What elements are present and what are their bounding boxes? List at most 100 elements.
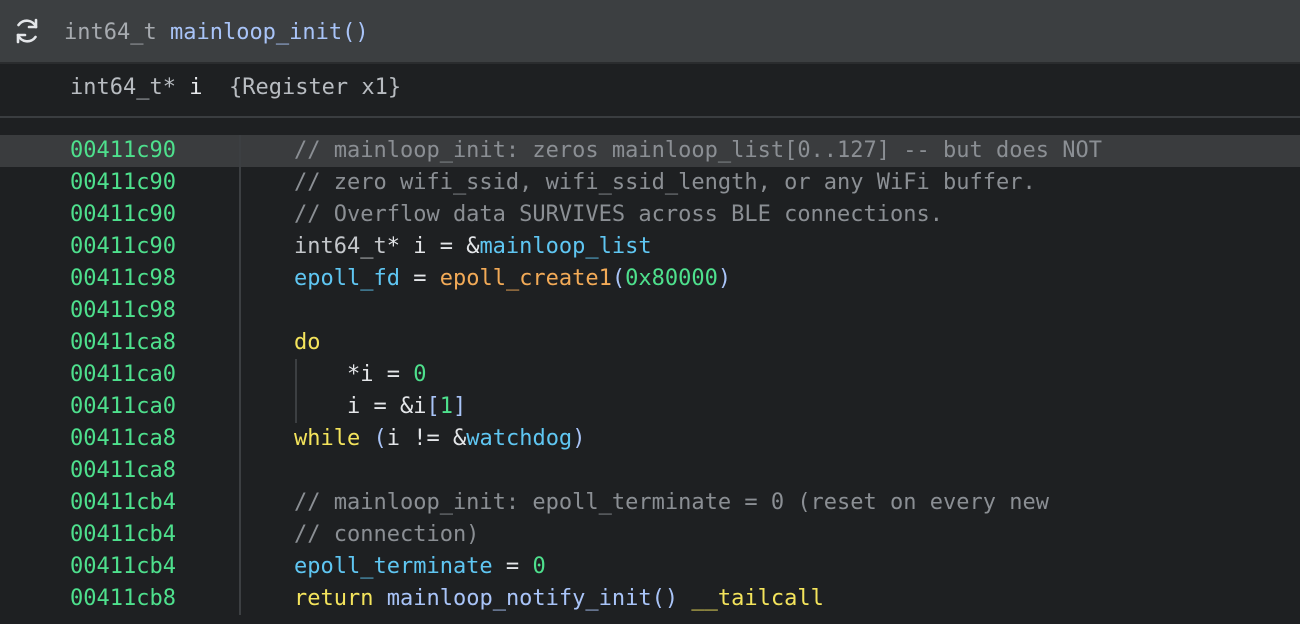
line-source: // connection) [294,519,479,551]
variable-name[interactable]: i [189,75,202,100]
token-callee[interactable]: () [652,586,692,611]
token-kw: while [294,426,361,451]
token-paren: ] [452,394,467,419]
line-address[interactable]: 00411cb8 [70,583,176,615]
token-comment: // mainloop_init: zeros mainloop_list[0.… [294,138,1102,163]
line-address[interactable]: 00411cb4 [70,519,176,551]
token-comment: // connection) [294,522,480,547]
line-address[interactable]: 00411cb4 [70,487,176,519]
function-name[interactable]: mainloop_init() [170,20,369,45]
token-comment: // mainloop_init: epoll_terminate = 0 (r… [294,490,1049,515]
token-kw: return [294,586,374,611]
code-line[interactable]: 00411ca0 i = &i[1] [0,391,1300,423]
line-source: // zero wifi_ssid, wifi_ssid_length, or … [294,167,1036,199]
code-line[interactable]: 00411c98 epoll_fd = epoll_create1(0x80000… [0,263,1300,295]
code-listing: 00411c90 // mainloop_init: zeros mainloop… [0,135,1300,615]
refresh-icon[interactable] [12,16,42,46]
line-source: *i = 0 [294,359,427,391]
token-comment: // Overflow data SURVIVES across BLE con… [294,202,944,227]
token-global[interactable]: mainloop_list [479,234,651,259]
token-paren: [ [426,394,440,419]
code-line[interactable]: 00411c90 // Overflow data SURVIVES across… [0,199,1300,231]
code-line[interactable]: 00411cb4 // connection) [0,519,1300,551]
token-tail: __tailcall [691,586,824,611]
code-line[interactable]: 00411cb4 // mainloop_init: epoll_terminat… [0,487,1300,519]
token-paren: ) [717,266,732,291]
line-address[interactable]: 00411c90 [70,199,176,231]
gutter-line [239,263,241,295]
code-line[interactable]: 00411c90 int64_t* i = &mainloop_list [0,231,1300,263]
token-type: int64_t [294,234,387,259]
token-global[interactable]: watchdog [466,426,572,451]
token-plain: = [399,266,440,291]
line-source: while (i != &watchdog) [294,423,585,455]
code-line[interactable]: 00411ca0 *i = 0 [0,359,1300,391]
gutter-line [239,359,241,391]
divider [0,116,1300,118]
gutter-line [239,487,241,519]
gutter-line [239,519,241,551]
line-source: epoll_fd = epoll_create1(0x80000) [294,263,731,295]
line-source: epoll_terminate = 0 [294,551,546,583]
line-address[interactable]: 00411cb4 [70,551,176,583]
token-plain: i != & [386,426,467,451]
line-address[interactable]: 00411c98 [70,263,176,295]
line-address[interactable]: 00411ca0 [70,359,176,391]
line-address[interactable]: 00411c90 [70,167,176,199]
line-address[interactable]: 00411ca8 [70,455,176,487]
token-num: 0 [413,362,427,387]
code-line[interactable]: 00411ca8 do [0,327,1300,359]
line-source: i = &i[1] [294,391,466,423]
code-line[interactable]: 00411c90 // mainloop_init: zeros mainloop… [0,135,1300,167]
gutter-line [239,455,241,487]
token-comment: // zero wifi_ssid, wifi_ssid_length, or … [294,170,1036,195]
line-source: // Overflow data SURVIVES across BLE con… [294,199,943,231]
token-func[interactable]: epoll_create1 [440,266,612,291]
function-signature: int64_t mainloop_init() [64,0,369,64]
return-type: int64_t [64,20,157,45]
line-address[interactable]: 00411c98 [70,295,176,327]
code-line[interactable]: 00411c90 // zero wifi_ssid, wifi_ssid_len… [0,167,1300,199]
line-address[interactable]: 00411ca0 [70,391,176,423]
gutter-line [239,199,241,231]
token-paren: ( [611,266,626,291]
gutter-line [239,295,241,327]
gutter-line [239,391,241,423]
token-global[interactable]: epoll_terminate [294,554,493,579]
gutter-line [239,167,241,199]
gutter-line [239,135,241,167]
token-plain: *i = [294,362,414,387]
token-num: 0x80000 [625,266,718,291]
code-line[interactable]: 00411cb8 return mainloop_notify_init() __… [0,583,1300,615]
code-line[interactable]: 00411c98 [0,295,1300,327]
line-source: // mainloop_init: epoll_terminate = 0 (r… [294,487,1049,519]
variable-type: int64_t* [70,75,176,100]
code-line[interactable]: 00411cb4 epoll_terminate = 0 [0,551,1300,583]
line-address[interactable]: 00411ca8 [70,423,176,455]
token-global[interactable]: epoll_fd [294,266,400,291]
token-num: 1 [439,394,453,419]
token-paren: ( [373,426,387,451]
variable-storage: {Register x1} [228,75,402,100]
token-callee[interactable]: mainloop_notify_init [387,586,652,611]
function-header: int64_t mainloop_init() [0,0,1300,64]
code-line[interactable]: 00411ca8 while (i != &watchdog) [0,423,1300,455]
gutter-line [239,583,241,615]
token-plain: i = &i [294,394,427,419]
variable-row[interactable]: int64_t* i {Register x1} [70,66,401,110]
line-source: do [294,327,321,359]
code-line[interactable]: 00411ca8 [0,455,1300,487]
token-plain: * i = & [386,234,480,259]
gutter-line [239,423,241,455]
line-address[interactable]: 00411c90 [70,135,176,167]
line-address[interactable]: 00411c90 [70,231,176,263]
gutter-line [239,327,241,359]
gutter-line [239,551,241,583]
variables-panel: int64_t* i {Register x1} [0,66,1300,116]
line-address[interactable]: 00411ca8 [70,327,176,359]
line-source: // mainloop_init: zeros mainloop_list[0.… [294,135,1102,167]
token-kw: do [294,330,321,355]
token-num: 0 [532,554,546,579]
gutter-line [239,231,241,263]
